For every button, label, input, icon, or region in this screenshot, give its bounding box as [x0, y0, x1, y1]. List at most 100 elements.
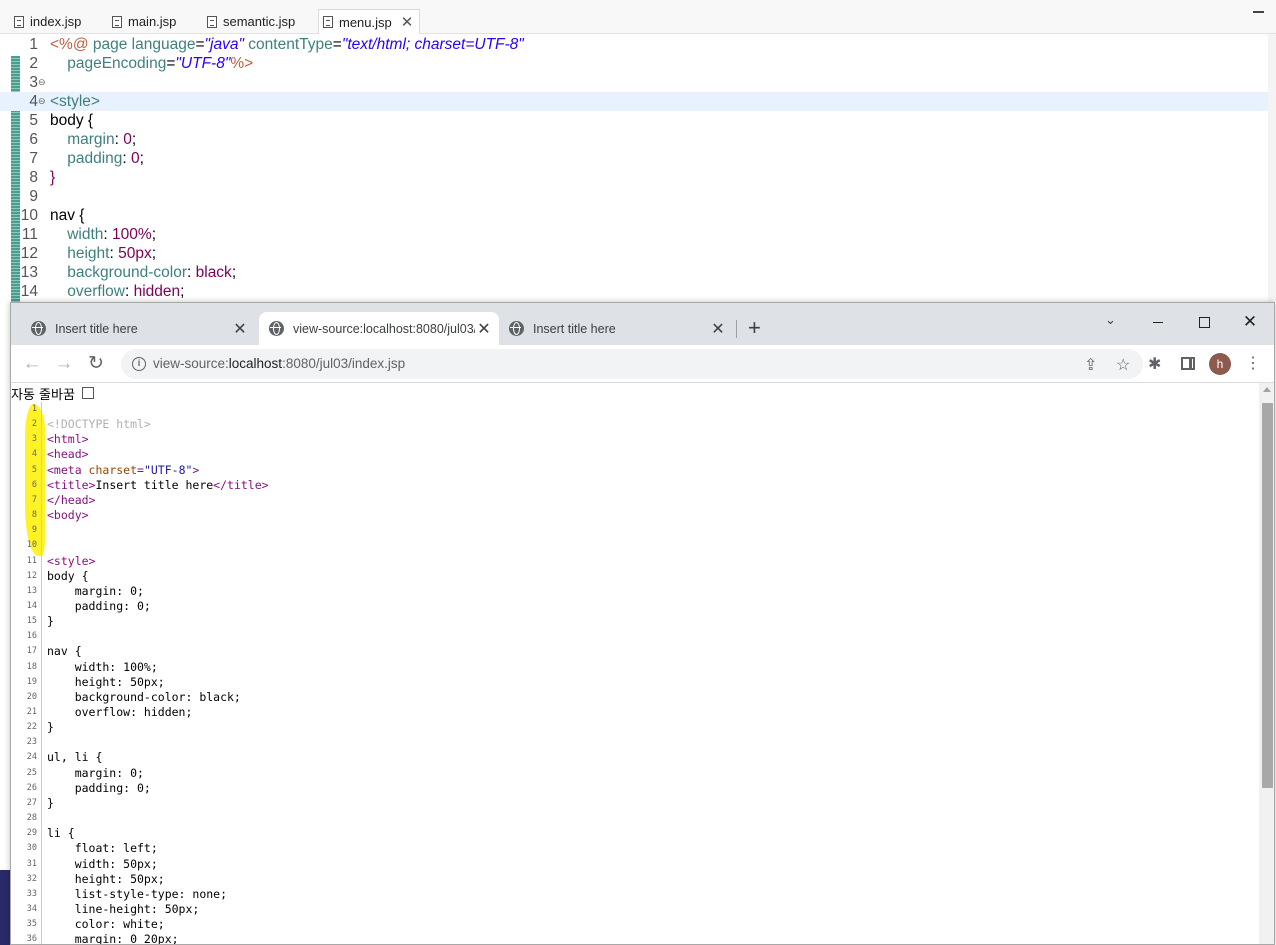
avatar[interactable]: h: [1209, 353, 1231, 375]
code-token: contentType: [243, 36, 333, 53]
line-wrap-control: 자동 줄바꿈: [11, 384, 94, 403]
source-token: }: [47, 614, 54, 629]
source-line: 34 line-height: 50px;: [11, 902, 1259, 917]
source-line: 17 nav {: [11, 644, 1259, 659]
reload-button[interactable]: ↻: [85, 353, 107, 375]
source-token: list-style-type: none;: [47, 886, 228, 901]
tab-search-chevron-icon[interactable]: ⌄: [1105, 312, 1116, 328]
star-icon[interactable]: ☆: [1116, 355, 1130, 375]
share-icon[interactable]: ⇪: [1084, 355, 1097, 375]
source-text: <!DOCTYPE html>: [47, 417, 151, 432]
code-text: <%@ page language="java" contentType="te…: [50, 35, 524, 54]
source-token: charset: [88, 462, 138, 477]
scroll-up-arrow-icon[interactable]: [1263, 387, 1271, 392]
editor-tab-bar: index.jsp main.jsp semantic.jsp menu.jsp…: [0, 0, 1276, 34]
source-line: 14 padding: 0;: [11, 599, 1259, 614]
source-text: margin: 0;: [47, 766, 144, 781]
forward-button[interactable]: →: [53, 353, 75, 375]
editor-tab-semantic[interactable]: semantic.jsp: [207, 9, 295, 34]
extensions-icon[interactable]: ✱: [1148, 354, 1161, 374]
source-line: 18 width: 100%;: [11, 660, 1259, 675]
code-token: "UTF-8": [175, 55, 231, 72]
source-line: 9: [11, 523, 1259, 538]
source-line: 29 li {: [11, 826, 1259, 841]
code-token: padding: [67, 150, 123, 167]
source-text: width: 50px;: [47, 857, 158, 872]
back-button[interactable]: ←: [21, 353, 43, 375]
source-line: 13 margin: 0;: [11, 584, 1259, 599]
browser-tab-strip: Insert title here ✕ view-source:localhos…: [11, 303, 1274, 345]
code-token: overflow: [67, 283, 125, 300]
url-text[interactable]: view-source:localhost:8080/jul03/index.j…: [153, 356, 405, 371]
editor-tab-menu[interactable]: menu.jsp ✕: [318, 9, 421, 34]
minimize-icon[interactable]: [1253, 11, 1264, 13]
source-view[interactable]: 1 2 <!DOCTYPE html> 3 <html> 4 <head> 5 <meta ch…: [11, 402, 1259, 944]
line-number: 10: [20, 207, 38, 224]
source-line-number: 24: [26, 752, 37, 763]
source-token: color: white;: [47, 917, 165, 932]
source-token: float: left;: [47, 841, 158, 856]
code-token: pageEncoding: [67, 55, 167, 72]
source-line: 19 height: 50px;: [11, 675, 1259, 690]
minimize-button[interactable]: [1135, 309, 1181, 337]
close-window-button[interactable]: ✕: [1227, 309, 1273, 337]
source-token: body {: [47, 568, 89, 583]
source-token: <meta: [47, 462, 89, 477]
close-icon[interactable]: ✕: [475, 319, 493, 339]
editor-line: 3 ⊖: [0, 73, 1268, 92]
new-tab-button[interactable]: +: [748, 317, 761, 339]
line-number: 14: [20, 283, 38, 300]
source-text: margin: 0;: [47, 584, 144, 599]
globe-icon: [31, 321, 46, 336]
scrollbar-thumb[interactable]: [1262, 403, 1273, 788]
source-line-number: 26: [26, 782, 37, 793]
code-token: "java": [204, 36, 244, 53]
browser-tab-1[interactable]: Insert title here ✕: [23, 312, 257, 345]
vertical-scrollbar[interactable]: [1259, 383, 1274, 944]
source-line-number: 4: [31, 449, 37, 460]
fold-toggle-icon[interactable]: ⊖: [38, 73, 46, 92]
line-number: 11: [21, 226, 38, 243]
source-line-number: 33: [26, 888, 37, 899]
fold-toggle-icon[interactable]: ⊖: [38, 92, 46, 111]
maximize-button[interactable]: [1181, 309, 1227, 337]
source-line-number: 27: [26, 797, 37, 808]
line-wrap-checkbox[interactable]: [81, 387, 94, 399]
editor-tab-main[interactable]: main.jsp: [112, 9, 176, 34]
code-token: =: [332, 36, 342, 53]
code-token: <style>: [50, 93, 100, 110]
info-icon[interactable]: i: [132, 357, 146, 371]
code-editor[interactable]: 1 <%@ page language="java" contentType="t…: [0, 34, 1268, 302]
code-token: 0: [131, 150, 140, 167]
menu-icon[interactable]: ⋮: [1245, 353, 1261, 373]
code-text: body {: [50, 111, 93, 130]
source-line: 23: [11, 735, 1259, 750]
close-icon[interactable]: ✕: [231, 319, 249, 339]
browser-tab-3[interactable]: Insert title here ✕: [501, 312, 733, 345]
code-text: background-color: black;: [50, 263, 236, 282]
editor-tab-label: index.jsp: [30, 14, 82, 29]
side-panel-icon[interactable]: [1181, 357, 1195, 370]
globe-icon: [269, 321, 284, 336]
file-icon: [112, 15, 122, 28]
view-source-page: 자동 줄바꿈 1 2 <!DOCTYPE html> 3 <html> 4 <head> 5 <…: [11, 383, 1274, 944]
line-number: 5: [29, 112, 38, 129]
source-line-number: 35: [26, 919, 37, 930]
source-line-number: 12: [26, 570, 37, 581]
source-line-number: 30: [26, 843, 37, 854]
browser-tab-2[interactable]: view-source:localhost:8080/jul03/index.j…: [259, 312, 499, 345]
line-number: 7: [29, 150, 38, 167]
source-line-number: 21: [26, 707, 37, 717]
source-text: padding: 0;: [47, 599, 151, 614]
editor-tab-label: main.jsp: [128, 14, 177, 29]
address-bar[interactable]: i view-source:localhost:8080/jul03/index…: [121, 349, 1143, 379]
close-icon[interactable]: ✕: [709, 319, 727, 339]
close-icon[interactable]: ✕: [401, 13, 414, 31]
code-text: pageEncoding="UTF-8"%>: [50, 54, 253, 73]
editor-tab-index[interactable]: index.jsp: [14, 9, 81, 34]
code-token: 0: [123, 131, 132, 148]
code-token: :: [114, 131, 124, 148]
code-text: nav {: [50, 206, 84, 225]
